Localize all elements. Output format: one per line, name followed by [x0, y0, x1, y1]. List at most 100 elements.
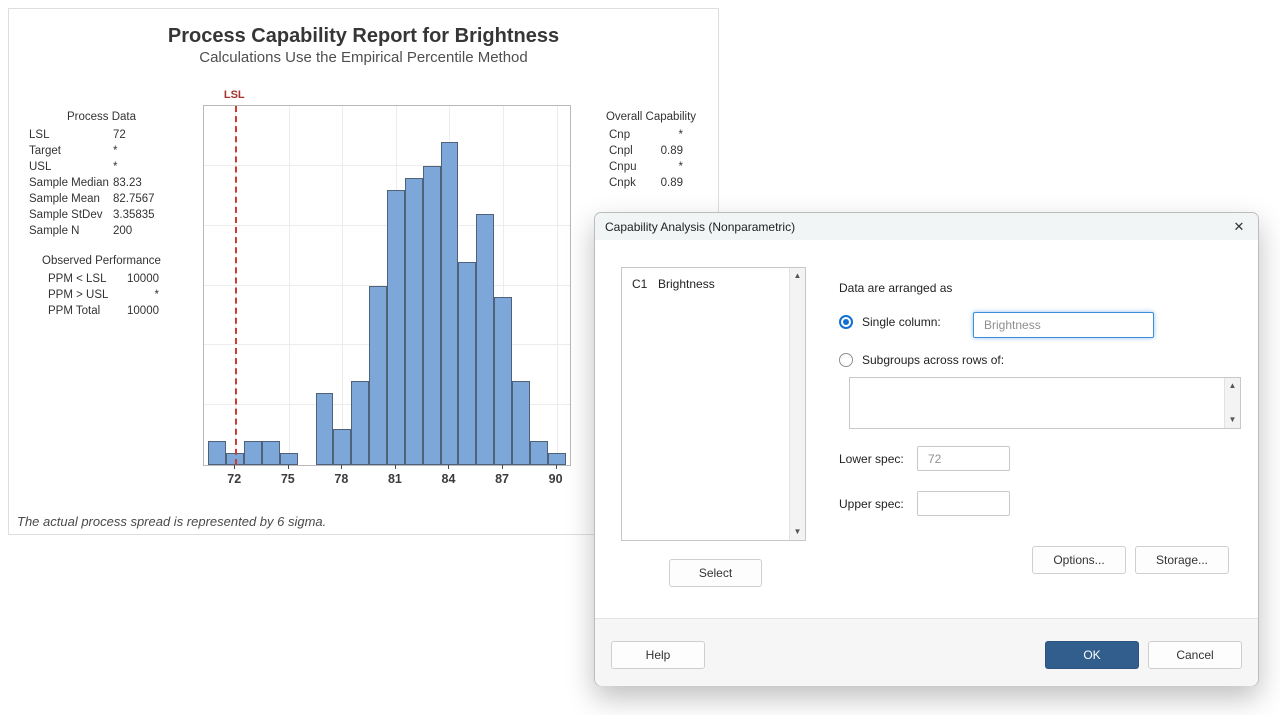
- stats-row: Sample StDev3.35835: [29, 207, 174, 223]
- stats-row: PPM < LSL10000: [29, 271, 174, 287]
- stats-label: USL: [29, 159, 113, 175]
- lower-spec-input[interactable]: [917, 446, 1010, 471]
- stats-row: Cnpu*: [596, 159, 706, 175]
- histogram-bar: [244, 441, 262, 465]
- stats-label: PPM Total: [48, 303, 114, 319]
- radio-selected-icon: [839, 315, 853, 329]
- stats-value: 83.23: [113, 175, 174, 191]
- stats-label: Sample StDev: [29, 207, 113, 223]
- single-column-input[interactable]: [973, 312, 1154, 338]
- stats-label: Target: [29, 143, 113, 159]
- overall-capability-title: Overall Capability: [596, 109, 706, 125]
- histogram-bar: [333, 429, 351, 465]
- stats-value: 200: [113, 223, 174, 239]
- histogram-bar: [387, 190, 405, 465]
- x-tick-mark: [395, 465, 396, 469]
- histogram-bar: [530, 441, 548, 465]
- desktop: Process Capability Report for Brightness…: [0, 0, 1280, 715]
- upper-spec-label: Upper spec:: [839, 497, 904, 511]
- subgroups-scrollbar[interactable]: ▲ ▼: [1224, 378, 1240, 428]
- stats-row: Sample Median83.23: [29, 175, 174, 191]
- stats-row: Target*: [29, 143, 174, 159]
- close-icon[interactable]: ✕: [1228, 216, 1250, 237]
- listbox-scrollbar[interactable]: ▲ ▼: [789, 268, 805, 540]
- scroll-up-icon[interactable]: ▲: [790, 268, 805, 284]
- histogram-bar: [351, 381, 369, 465]
- subgroups-input[interactable]: ▲ ▼: [849, 377, 1241, 429]
- stats-value: 82.7567: [113, 191, 174, 207]
- stats-value: *: [113, 159, 174, 175]
- storage-button[interactable]: Storage...: [1135, 546, 1229, 574]
- x-tick-mark: [234, 465, 235, 469]
- stats-row: LSL72: [29, 127, 174, 143]
- x-tick-mark: [288, 465, 289, 469]
- histogram-bar: [316, 393, 334, 465]
- stats-value: *: [653, 159, 683, 175]
- histogram-bar: [512, 381, 530, 465]
- stats-value: 0.89: [653, 175, 683, 191]
- upper-spec-input[interactable]: [917, 491, 1010, 516]
- overall-capability-rows: Cnp*Cnpl0.89Cnpu*Cnpk0.89: [596, 127, 706, 191]
- stats-label: Sample Mean: [29, 191, 113, 207]
- arranged-label: Data are arranged as: [839, 281, 952, 295]
- stats-label: Cnpu: [609, 159, 653, 175]
- select-button[interactable]: Select: [669, 559, 762, 587]
- stats-value: *: [653, 127, 683, 143]
- histogram-bar: [476, 214, 494, 465]
- report-title: Process Capability Report for Brightness: [9, 25, 718, 48]
- x-tick-label: 84: [431, 472, 465, 486]
- x-tick-label: 72: [217, 472, 251, 486]
- columns-listbox[interactable]: C1Brightness ▲ ▼: [621, 267, 806, 541]
- stats-row: Cnp*: [596, 127, 706, 143]
- dialog-footer: Help OK Cancel: [595, 618, 1258, 686]
- stats-row: Cnpl0.89: [596, 143, 706, 159]
- stats-label: Cnpk: [609, 175, 653, 191]
- subgroups-radio[interactable]: Subgroups across rows of:: [839, 353, 1004, 367]
- single-column-radio[interactable]: Single column:: [839, 315, 941, 329]
- x-tick-label: 75: [271, 472, 305, 486]
- stats-label: PPM < LSL: [48, 271, 114, 287]
- gridline-vertical: [342, 106, 343, 465]
- column-id: C1: [632, 277, 658, 291]
- help-button[interactable]: Help: [611, 641, 705, 669]
- x-tick-label: 78: [324, 472, 358, 486]
- scroll-up-icon[interactable]: ▲: [1225, 378, 1240, 394]
- report-footnote: The actual process spread is represented…: [17, 514, 326, 529]
- x-tick-mark: [556, 465, 557, 469]
- stats-value: 0.89: [653, 143, 683, 159]
- process-data-block: Process Data LSL72Target*USL*Sample Medi…: [29, 109, 174, 239]
- stats-value: *: [114, 287, 159, 303]
- capability-analysis-dialog: Capability Analysis (Nonparametric) ✕ C1…: [594, 212, 1259, 686]
- stats-label: LSL: [29, 127, 113, 143]
- subgroups-label: Subgroups across rows of:: [862, 353, 1004, 367]
- dialog-titlebar[interactable]: Capability Analysis (Nonparametric) ✕: [595, 213, 1258, 240]
- lsl-reference-line: [235, 106, 237, 465]
- histogram-bar: [423, 166, 441, 465]
- histogram-bar: [405, 178, 423, 465]
- cancel-button[interactable]: Cancel: [1148, 641, 1242, 669]
- stats-row: PPM Total10000: [29, 303, 174, 319]
- histogram-plot: [203, 105, 571, 466]
- scroll-down-icon[interactable]: ▼: [790, 524, 805, 540]
- column-list-item[interactable]: C1Brightness: [622, 268, 792, 291]
- histogram-bar: [262, 441, 280, 465]
- stats-value: 3.35835: [113, 207, 174, 223]
- x-tick-label: 87: [485, 472, 519, 486]
- report-subtitle: Calculations Use the Empirical Percentil…: [9, 49, 718, 66]
- x-tick-mark: [448, 465, 449, 469]
- histogram-bar: [441, 142, 459, 465]
- process-data-rows: LSL72Target*USL*Sample Median83.23Sample…: [29, 127, 174, 239]
- histogram-bar: [208, 441, 226, 465]
- gridline-horizontal: [204, 165, 570, 166]
- ok-button[interactable]: OK: [1045, 641, 1139, 669]
- x-tick-mark: [502, 465, 503, 469]
- stats-value: *: [113, 143, 174, 159]
- lower-spec-label: Lower spec:: [839, 452, 904, 466]
- options-button[interactable]: Options...: [1032, 546, 1126, 574]
- histogram-bar: [494, 297, 512, 465]
- stats-label: Sample N: [29, 223, 113, 239]
- process-data-title: Process Data: [29, 109, 174, 125]
- scroll-down-icon[interactable]: ▼: [1225, 412, 1240, 428]
- stats-label: PPM > USL: [48, 287, 114, 303]
- x-tick-label: 90: [539, 472, 573, 486]
